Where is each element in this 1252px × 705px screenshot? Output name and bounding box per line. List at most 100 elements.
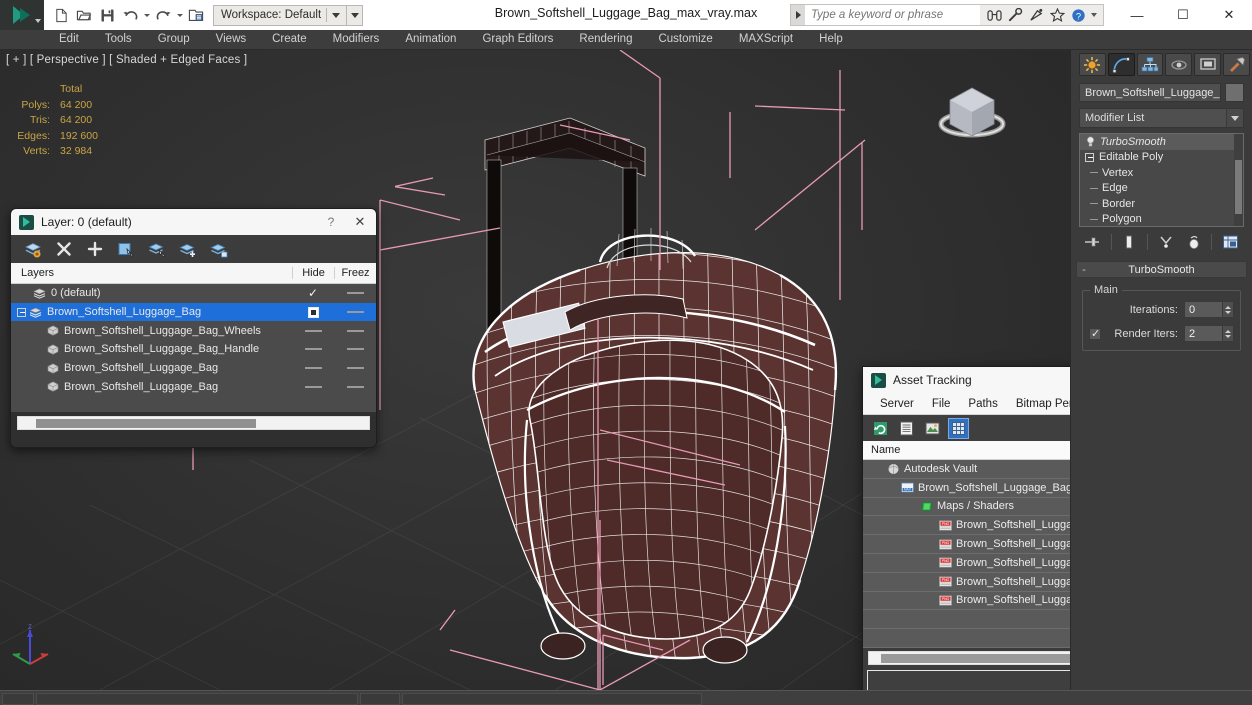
- utilities-tab[interactable]: [1223, 53, 1250, 76]
- layer-freeze-toggle[interactable]: [334, 385, 376, 388]
- render-iters-stepper-icon[interactable]: [1222, 326, 1233, 341]
- app-logo-button[interactable]: [0, 0, 44, 30]
- layer-expander-icon[interactable]: [17, 307, 26, 317]
- search-expand-icon[interactable]: [791, 5, 805, 25]
- menu-views[interactable]: Views: [203, 30, 259, 49]
- undo-icon[interactable]: [119, 4, 141, 26]
- layer-list[interactable]: 0 (default) ✓ Brown_Softshell_Luggage_Ba…: [11, 284, 376, 412]
- thumbnail-view-icon[interactable]: [923, 419, 942, 438]
- menu-graph-editors[interactable]: Graph Editors: [469, 30, 566, 49]
- highlight-selected-objects-icon[interactable]: [147, 240, 166, 259]
- save-file-icon[interactable]: [96, 4, 118, 26]
- asset-menu-paths[interactable]: Paths: [959, 398, 1006, 410]
- menu-modifiers[interactable]: Modifiers: [320, 30, 393, 49]
- layer-freeze-toggle[interactable]: [334, 367, 376, 370]
- asset-menu-server[interactable]: Server: [871, 398, 923, 410]
- menu-maxscript[interactable]: MAXScript: [726, 30, 806, 49]
- layer-list-horizontal-scrollbar[interactable]: [17, 416, 370, 430]
- new-file-icon[interactable]: [50, 4, 72, 26]
- modifier-list-dropdown[interactable]: Modifier List: [1079, 108, 1244, 128]
- layer-hide-toggle[interactable]: [292, 329, 334, 332]
- select-objects-in-layer-icon[interactable]: [116, 240, 135, 259]
- menu-rendering[interactable]: Rendering: [566, 30, 645, 49]
- new-layer-icon[interactable]: [23, 240, 42, 259]
- undo-dropdown-icon[interactable]: [142, 4, 151, 26]
- star-icon[interactable]: [1049, 7, 1066, 24]
- layer-dialog-help-button[interactable]: ?: [318, 215, 344, 229]
- layer-freeze-toggle[interactable]: [334, 292, 376, 295]
- menu-tools[interactable]: Tools: [92, 30, 145, 49]
- close-button[interactable]: ✕: [1206, 0, 1252, 30]
- help-icon[interactable]: ?: [1070, 7, 1087, 24]
- iterations-value[interactable]: 0: [1185, 304, 1222, 316]
- workspace-expand-button[interactable]: [347, 4, 364, 26]
- minimize-button[interactable]: —: [1114, 0, 1160, 30]
- collapse-icon[interactable]: [1085, 152, 1094, 162]
- iterations-spinner[interactable]: 0: [1184, 301, 1234, 318]
- layer-row-default[interactable]: 0 (default) ✓: [11, 284, 376, 303]
- menu-create[interactable]: Create: [259, 30, 320, 49]
- grid-view-icon[interactable]: [948, 417, 969, 439]
- layer-row-luggage-bag[interactable]: Brown_Softshell_Luggage_Bag: [11, 302, 376, 322]
- status-cell-1[interactable]: [2, 693, 34, 705]
- menu-customize[interactable]: Customize: [645, 30, 725, 49]
- menu-help[interactable]: Help: [806, 30, 856, 49]
- wrench-icon[interactable]: [1007, 7, 1024, 24]
- status-cell-4[interactable]: [402, 693, 702, 705]
- display-tab[interactable]: [1194, 53, 1222, 76]
- show-end-result-icon[interactable]: [1120, 233, 1139, 252]
- workspace-selector[interactable]: Workspace: Default: [213, 4, 348, 26]
- modifier-stack[interactable]: TurboSmooth Editable Poly Vertex Edge Bo…: [1079, 133, 1244, 227]
- view-cube[interactable]: [932, 72, 1012, 152]
- layer-dialog-close-button[interactable]: ✕: [344, 214, 376, 230]
- modifier-stack-scroll-thumb[interactable]: [1235, 160, 1242, 214]
- object-name-field[interactable]: Brown_Softshell_Luggage_Bag: [1079, 83, 1221, 102]
- configure-modifier-sets-icon[interactable]: [1221, 233, 1240, 252]
- modifier-list-chevron-icon[interactable]: [1226, 109, 1243, 127]
- make-unique-icon[interactable]: [1157, 233, 1176, 252]
- layer-scrollbar-thumb[interactable]: [36, 419, 256, 428]
- render-iters-value[interactable]: 2: [1185, 328, 1222, 340]
- modifier-stack-turbosmooth[interactable]: TurboSmooth: [1080, 134, 1243, 150]
- open-file-icon[interactable]: [73, 4, 95, 26]
- layer-freeze-toggle[interactable]: [334, 329, 376, 332]
- object-color-swatch[interactable]: [1225, 83, 1244, 102]
- layer-row-bag-2[interactable]: Brown_Softshell_Luggage_Bag: [11, 377, 376, 396]
- modifier-stack-scrollbar[interactable]: [1234, 134, 1243, 226]
- layer-row-wheels[interactable]: Brown_Softshell_Luggage_Bag_Wheels: [11, 321, 376, 340]
- turbosmooth-rollout-header[interactable]: - TurboSmooth: [1076, 261, 1247, 278]
- search-input[interactable]: [805, 5, 980, 25]
- sub-object-edge[interactable]: Edge: [1080, 181, 1243, 197]
- layer-row-bag-1[interactable]: Brown_Softshell_Luggage_Bag: [11, 359, 376, 378]
- layer-hide-toggle[interactable]: [292, 306, 334, 318]
- redo-icon[interactable]: [152, 4, 174, 26]
- pin-stack-icon[interactable]: [1083, 233, 1102, 252]
- create-tab[interactable]: [1079, 53, 1106, 76]
- set-current-layer-icon[interactable]: [209, 240, 228, 259]
- list-view-icon[interactable]: [897, 419, 916, 438]
- layer-hide-toggle[interactable]: [292, 367, 334, 370]
- help-dropdown-icon[interactable]: [1091, 13, 1097, 17]
- satellite-icon[interactable]: [1028, 7, 1045, 24]
- render-iters-checkbox[interactable]: [1089, 327, 1101, 340]
- add-layer-icon[interactable]: [85, 240, 104, 259]
- motion-tab[interactable]: [1165, 53, 1193, 76]
- layer-freeze-toggle[interactable]: [334, 348, 376, 351]
- layer-dialog[interactable]: Layer: 0 (default) ? ✕ Layers Hide Freez…: [10, 208, 377, 448]
- redo-dropdown-icon[interactable]: [175, 4, 184, 26]
- sub-object-vertex[interactable]: Vertex: [1080, 165, 1243, 181]
- menu-group[interactable]: Group: [145, 30, 203, 49]
- delete-layer-icon[interactable]: [54, 240, 73, 259]
- rollout-collapse-icon[interactable]: -: [1077, 264, 1091, 276]
- modifier-stack-editable-poly[interactable]: Editable Poly: [1080, 150, 1243, 166]
- status-cell-2[interactable]: [36, 693, 358, 705]
- sub-object-border[interactable]: Border: [1080, 196, 1243, 212]
- status-cell-3[interactable]: [360, 693, 400, 705]
- hierarchy-tab[interactable]: [1136, 53, 1164, 76]
- render-iters-spinner[interactable]: 2: [1184, 325, 1234, 342]
- menu-edit[interactable]: Edit: [46, 30, 92, 49]
- layer-freeze-toggle[interactable]: [334, 311, 376, 314]
- binoculars-icon[interactable]: [986, 7, 1003, 24]
- layer-row-handle[interactable]: Brown_Softshell_Luggage_Bag_Handle: [11, 340, 376, 359]
- iterations-stepper-icon[interactable]: [1222, 302, 1233, 317]
